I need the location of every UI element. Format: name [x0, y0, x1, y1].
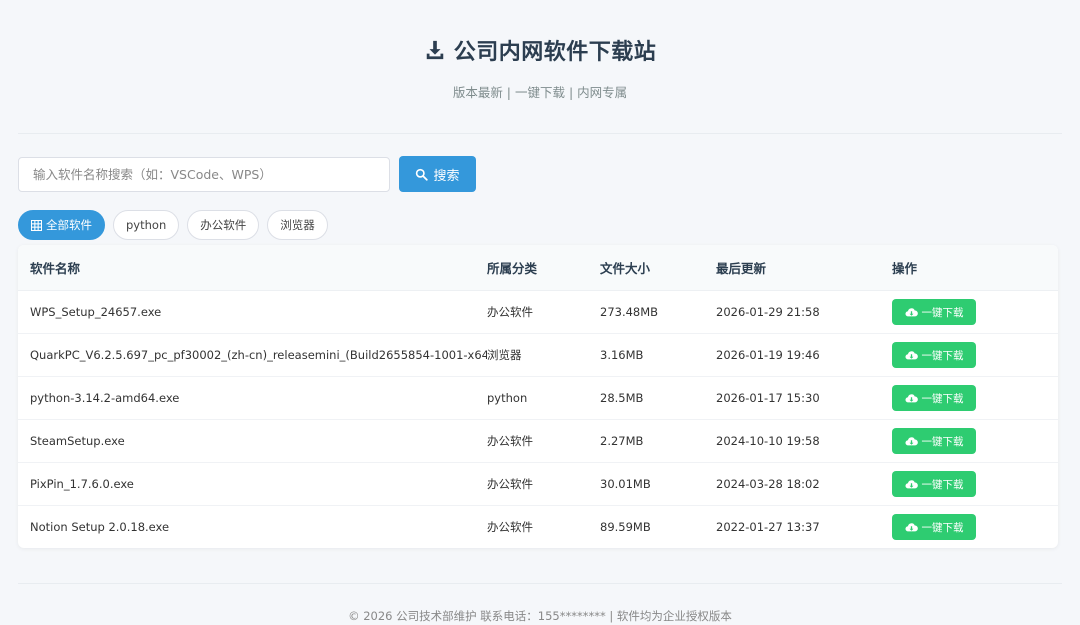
download-button[interactable]: 一键下载: [892, 428, 976, 454]
grid-icon: [31, 219, 42, 231]
software-size: 30.01MB: [600, 477, 651, 491]
software-name: python-3.14.2-amd64.exe: [30, 391, 180, 405]
cloud-download-icon: [904, 350, 918, 359]
download-button-label: 一键下载: [921, 521, 964, 534]
download-button[interactable]: 一键下载: [892, 514, 976, 540]
column-header-action: 操作: [892, 261, 918, 276]
software-name: Notion Setup 2.0.18.exe: [30, 520, 170, 534]
table-header: 软件名称 所属分类 文件大小 最后更新 操作: [18, 245, 1058, 291]
software-updated: 2024-03-28 18:02: [716, 477, 820, 491]
software-size: 3.16MB: [600, 348, 644, 362]
filter-office-label: 办公软件: [200, 218, 247, 232]
software-name: WPS_Setup_24657.exe: [30, 305, 162, 319]
filter-browser-label: 浏览器: [280, 218, 315, 232]
software-table: 软件名称 所属分类 文件大小 最后更新 操作 WPS_Setup_24657.e…: [18, 245, 1058, 548]
table-row: python-3.14.2-amd64.exe python 28.5MB 20…: [18, 377, 1058, 420]
software-updated: 2022-01-27 13:37: [716, 520, 820, 534]
action-cell: 一键下载: [892, 342, 1058, 368]
cloud-download-icon: [904, 479, 918, 488]
page-title-wrap: 公司内网软件下载站: [424, 34, 657, 66]
page-subtitle: 版本最新 | 一键下载 | 内网专属: [452, 85, 628, 100]
footer-divider: [18, 583, 1062, 584]
software-category: 浏览器: [487, 348, 522, 362]
software-size: 2.27MB: [600, 434, 644, 448]
search-icon: [416, 168, 429, 181]
download-button-label: 一键下载: [921, 435, 964, 448]
download-button-label: 一键下载: [921, 478, 964, 491]
software-updated: 2024-10-10 19:58: [716, 434, 820, 448]
column-header-updated: 最后更新: [716, 261, 767, 276]
cloud-download-icon: [904, 393, 918, 402]
software-name: QuarkPC_V6.2.5.697_pc_pf30002_(zh-cn)_re…: [30, 348, 487, 362]
software-updated: 2026-01-17 15:30: [716, 391, 820, 405]
software-size: 28.5MB: [600, 391, 644, 405]
download-button[interactable]: 一键下载: [892, 471, 976, 497]
column-header-name: 软件名称: [30, 261, 81, 276]
software-category: 办公软件: [487, 305, 533, 319]
search-button[interactable]: 搜索: [399, 156, 476, 192]
filter-office[interactable]: 办公软件: [187, 210, 260, 240]
search-button-label: 搜索: [433, 167, 460, 183]
column-header-category: 所属分类: [487, 261, 538, 276]
download-button-label: 一键下载: [921, 306, 964, 319]
table-row: PixPin_1.7.6.0.exe 办公软件 30.01MB 2024-03-…: [18, 463, 1058, 506]
software-category: 办公软件: [487, 434, 533, 448]
software-size: 89.59MB: [600, 520, 651, 534]
filter-browser[interactable]: 浏览器: [267, 210, 328, 240]
action-cell: 一键下载: [892, 514, 1058, 540]
software-category: python: [487, 391, 528, 405]
software-updated: 2026-01-29 21:58: [716, 305, 820, 319]
table-row: WPS_Setup_24657.exe 办公软件 273.48MB 2026-0…: [18, 291, 1058, 334]
download-icon: [426, 40, 443, 60]
page-title: 公司内网软件下载站: [453, 40, 657, 65]
cloud-download-icon: [904, 522, 918, 531]
software-updated: 2026-01-19 19:46: [716, 348, 820, 362]
download-button[interactable]: 一键下载: [892, 342, 976, 368]
search-bar: 搜索: [18, 156, 1080, 192]
cloud-download-icon: [904, 436, 918, 445]
category-filters: 全部软件 python 办公软件 浏览器: [18, 210, 1080, 240]
cloud-download-icon: [904, 307, 918, 316]
column-header-size: 文件大小: [600, 261, 651, 276]
download-button[interactable]: 一键下载: [892, 299, 976, 325]
software-category: 办公软件: [487, 477, 533, 491]
filter-python-label: python: [126, 218, 167, 232]
software-category: 办公软件: [487, 520, 533, 534]
search-input[interactable]: [18, 156, 390, 192]
action-cell: 一键下载: [892, 385, 1058, 411]
filter-python[interactable]: python: [113, 210, 180, 240]
table-row: SteamSetup.exe 办公软件 2.27MB 2024-10-10 19…: [18, 420, 1058, 463]
action-cell: 一键下载: [892, 428, 1058, 454]
action-cell: 一键下载: [892, 299, 1058, 325]
table-row: Notion Setup 2.0.18.exe 办公软件 89.59MB 202…: [18, 506, 1058, 548]
table-row: QuarkPC_V6.2.5.697_pc_pf30002_(zh-cn)_re…: [18, 334, 1058, 377]
download-button[interactable]: 一键下载: [892, 385, 976, 411]
filter-all[interactable]: 全部软件: [18, 210, 105, 240]
software-size: 273.48MB: [600, 305, 659, 319]
action-cell: 一键下载: [892, 471, 1058, 497]
page-footer: © 2026 公司技术部维护 联系电话：155******** | 软件均为企业…: [348, 609, 732, 623]
page-header: 公司内网软件下载站 版本最新 | 一键下载 | 内网专属: [0, 0, 1080, 101]
download-button-label: 一键下载: [921, 349, 964, 362]
filter-all-label: 全部软件: [46, 218, 92, 232]
software-name: SteamSetup.exe: [30, 434, 125, 448]
download-button-label: 一键下载: [921, 392, 964, 405]
software-name: PixPin_1.7.6.0.exe: [30, 477, 134, 491]
header-divider: [18, 133, 1062, 134]
